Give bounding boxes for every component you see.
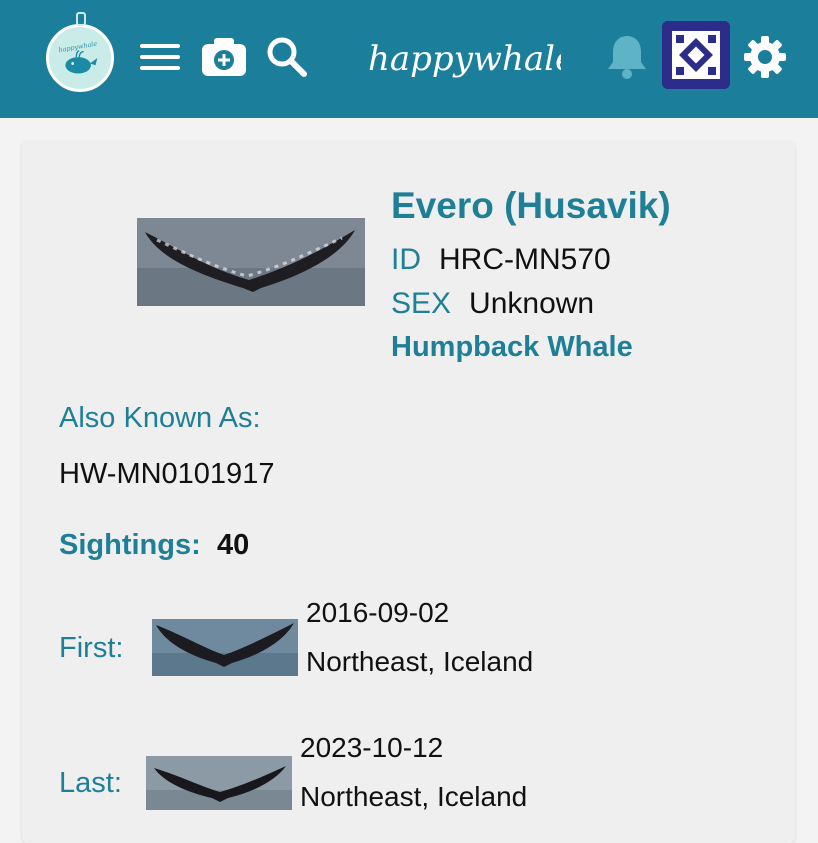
species-link[interactable]: Humpback Whale [391,331,633,364]
aka-value: HW-MN0101917 [59,458,275,490]
fluke-photo-first[interactable] [152,619,298,676]
individual-name: Evero (Husavik) [391,185,671,226]
individual-card: Evero (Husavik) ID HRC-MN570 SEX Unknown H… [22,141,795,843]
sightings-label: Sightings: [59,529,201,561]
brand-text: happywhale [368,39,561,79]
camera-icon[interactable] [200,36,248,78]
avatar[interactable] [662,21,730,89]
sex-row: SEX Unknown [391,287,594,321]
search-icon[interactable] [264,34,308,78]
sex-label: SEX [391,287,452,320]
last-sighting-date: 2023-10-12 [300,732,444,763]
whale-logo-icon[interactable]: happywhale [46,24,114,92]
brand-logo-text[interactable]: happywhale [366,30,575,90]
fluke-photo-last[interactable] [146,756,292,810]
id-row: ID HRC-MN570 [391,243,611,277]
sightings-count[interactable]: 40 [217,529,249,562]
first-sighting-label: First: [59,632,124,664]
logo-hanger [76,12,86,26]
sex-value: Unknown [469,287,595,320]
last-sighting-label: Last: [59,767,122,799]
aka-label: Also Known As: [59,402,261,434]
bell-icon[interactable] [606,32,648,80]
menu-icon[interactable] [138,40,182,74]
first-sighting-location: Northeast, Iceland [306,646,534,677]
gear-icon[interactable] [742,34,788,80]
first-sighting-date: 2016-09-02 [306,597,450,628]
fluke-photo-main[interactable] [137,218,365,306]
id-label: ID [391,243,421,276]
id-value: HRC-MN570 [439,243,611,276]
top-app-bar: happywhale happywhale [0,0,818,118]
last-sighting-location: Northeast, Iceland [300,781,528,812]
